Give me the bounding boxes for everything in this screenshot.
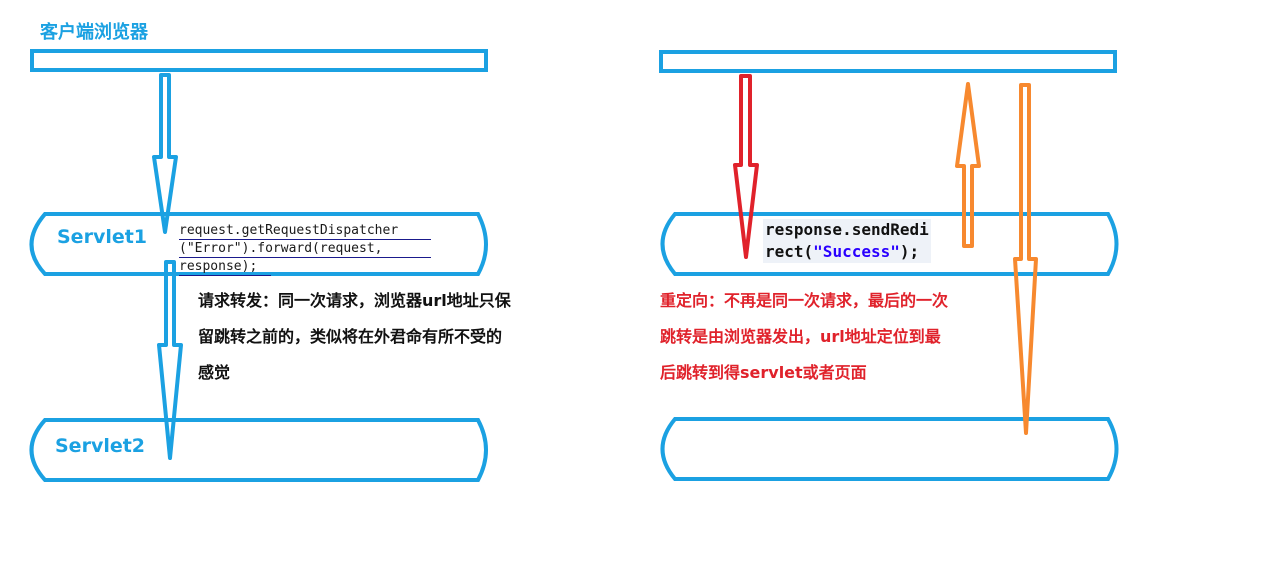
- diagram-title: 客户端浏览器: [40, 22, 148, 43]
- forward-code-line: request.getRequestDispatcher: [179, 222, 431, 240]
- redirect-note-line: 重定向：不再是同一次请求，最后的一次: [660, 291, 949, 310]
- servlet2-label: Servlet2: [55, 435, 146, 457]
- forward-request-arrow: [152, 73, 178, 234]
- redirect-note-line: 跳转是由浏览器发出，url地址定位到最: [660, 327, 941, 346]
- code-string: "Success": [813, 242, 900, 261]
- browser-bar-right: [659, 50, 1117, 73]
- forward-note: 请求转发：同一次请求，浏览器url地址只保 留跳转之前的，类似将在外君命有所不受…: [198, 283, 511, 391]
- redirect-note: 重定向：不再是同一次请求，最后的一次 跳转是由浏览器发出，url地址定位到最 后…: [660, 283, 948, 391]
- forward-code-line: ("Error").forward(request,: [179, 240, 431, 258]
- redirect-code-line: response.sendRedi: [765, 220, 929, 239]
- right-target-node: [660, 417, 1119, 481]
- diagram-canvas: { "title": "客户端浏览器", "left": { "servlet1…: [0, 0, 1264, 570]
- forward-note-line: 请求转发：同一次请求，浏览器url地址只保: [198, 291, 511, 310]
- forward-code: request.getRequestDispatcher ("Error").f…: [179, 222, 431, 276]
- redirect-code: response.sendRedi rect("Success");: [763, 219, 931, 263]
- forward-code-line: response);: [179, 258, 271, 276]
- flow-diagram: [29, 49, 1119, 482]
- redirect-note-line: 后跳转到得servlet或者页面: [660, 363, 867, 382]
- forward-note-line: 留跳转之前的，类似将在外君命有所不受的: [198, 327, 503, 346]
- forward-note-line: 感觉: [198, 363, 231, 382]
- redirect-code-line: rect("Success");: [765, 241, 929, 263]
- code-token: );: [899, 242, 920, 261]
- forward-dispatch-arrow: [157, 260, 183, 460]
- browser-bar-left: [30, 49, 488, 72]
- servlet1-label: Servlet1: [57, 226, 148, 248]
- code-token: rect(: [765, 242, 814, 261]
